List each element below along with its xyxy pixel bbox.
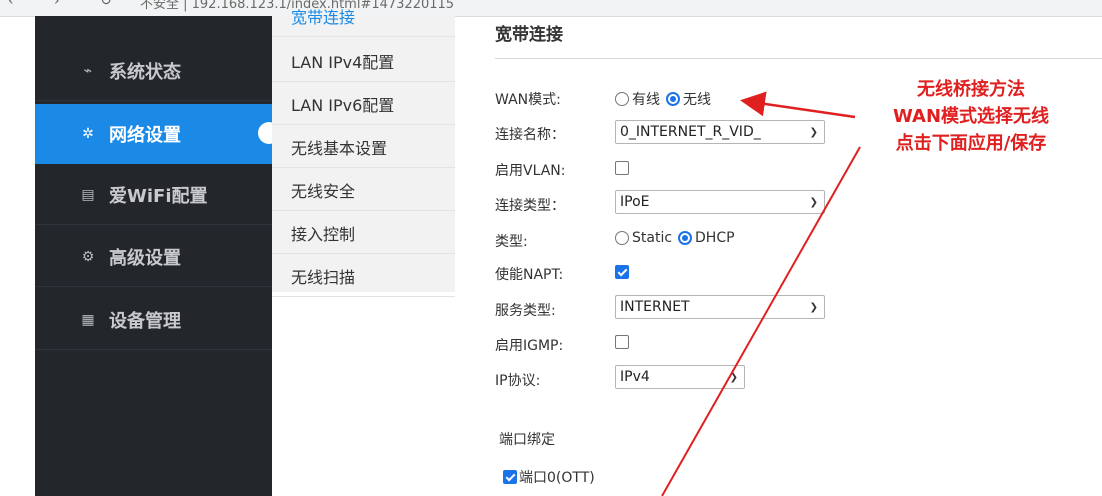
arrow-to-wireless-option — [740, 91, 856, 119]
arrow-to-apply-button — [661, 146, 861, 496]
annotation-line-2: WAN模式选择无线 — [892, 106, 1050, 127]
annotation-line-3: 点击下面应用/保存 — [895, 133, 1047, 154]
annotation-line-1: 无线桥接方法 — [917, 79, 1025, 100]
annotation-text: 无线桥接方法 WAN模式选择无线 点击下面应用/保存 — [858, 76, 1084, 157]
annotation-arrows — [661, 91, 861, 496]
